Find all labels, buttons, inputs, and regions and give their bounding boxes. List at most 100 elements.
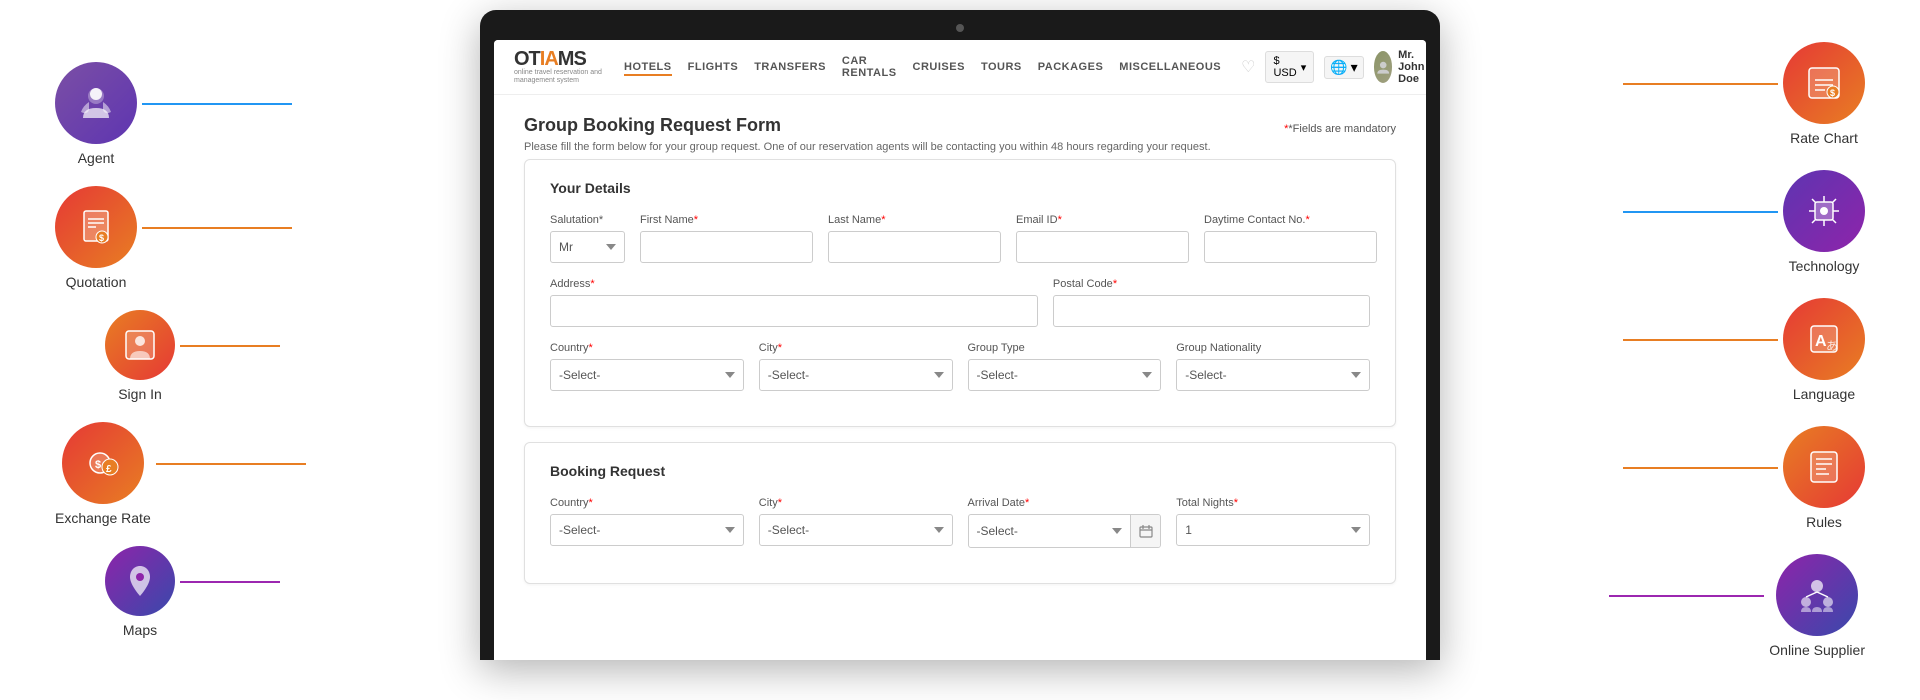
exchange-label: Exchange Rate [55, 510, 151, 526]
email-input[interactable] [1016, 231, 1189, 263]
rate-chart-label: Rate Chart [1790, 130, 1858, 146]
right-item-rate-chart[interactable]: $ Rate Chart [1783, 42, 1865, 146]
wishlist-icon[interactable]: ♡ [1241, 57, 1255, 77]
postal-label: Postal Code* [1053, 278, 1370, 290]
technology-icon [1801, 188, 1847, 234]
daytime-input[interactable] [1204, 231, 1377, 263]
logo: OTIAMS online travel reservation and man… [514, 49, 604, 86]
agent-label: Agent [78, 150, 115, 166]
daytime-group: Daytime Contact No.* [1204, 214, 1377, 263]
currency-selector[interactable]: $ USD ▾ [1265, 51, 1314, 83]
firstname-group: First Name* [640, 214, 813, 263]
signin-icon [120, 325, 160, 365]
online-supplier-label: Online Supplier [1769, 642, 1865, 658]
calendar-icon[interactable] [1130, 515, 1160, 547]
right-sidebar: $ Rate Chart Technology [1630, 0, 1920, 700]
user-section[interactable]: Mr. John Doe ▾ [1374, 49, 1426, 85]
booking-row-1: Country* -Select- City* -Select- [550, 497, 1370, 548]
details-row-3: Country* -Select- City* -Select- [550, 342, 1370, 391]
right-item-language[interactable]: A あ Language [1783, 298, 1865, 402]
language-icon: A あ [1801, 316, 1847, 362]
nav-flights[interactable]: FLIGHTS [688, 61, 739, 73]
postal-input[interactable] [1053, 295, 1370, 327]
grouptype-label: Group Type [968, 342, 1162, 354]
nav-hotels[interactable]: HOTELS [624, 61, 672, 73]
postal-group: Postal Code* [1053, 278, 1370, 327]
quotation-icon: $ [74, 205, 118, 249]
left-sidebar: Agent $ Quotation Si [0, 0, 290, 700]
your-details-section: Your Details Salutation* Mr Mrs Ms Dr [524, 159, 1396, 427]
mandatory-note: **Fields are mandatory [1284, 123, 1396, 135]
online-supplier-icon [1794, 572, 1840, 618]
title-row: Group Booking Request Form Please fill t… [524, 115, 1396, 157]
maps-label: Maps [123, 622, 157, 638]
laptop-container: OTIAMS online travel reservation and man… [290, 10, 1630, 700]
sidebar-item-quotation[interactable]: $ Quotation [55, 186, 137, 290]
exchange-icon: $ £ [80, 440, 126, 486]
booking-city-select[interactable]: -Select- [759, 514, 953, 546]
nav-packages[interactable]: PACKAGES [1038, 61, 1104, 73]
lastname-group: Last Name* [828, 214, 1001, 263]
svg-text:$: $ [99, 233, 104, 243]
groupnat-label: Group Nationality [1176, 342, 1370, 354]
arrival-select[interactable]: -Select- [969, 515, 1131, 547]
nav-transfers[interactable]: TRANSFERS [754, 61, 826, 73]
maps-icon [120, 561, 160, 601]
nav-links: HOTELS FLIGHTS TRANSFERS CAR RENTALS CRU… [624, 55, 1221, 79]
firstname-label: First Name* [640, 214, 813, 226]
language-selector[interactable]: 🌐 ▾ [1324, 56, 1363, 79]
sidebar-item-exchange[interactable]: $ £ Exchange Rate [55, 422, 151, 526]
svg-text:$: $ [1830, 88, 1835, 98]
salutation-group: Salutation* Mr Mrs Ms Dr [550, 214, 625, 263]
sidebar-item-agent[interactable]: Agent [55, 62, 137, 166]
svg-text:あ: あ [1826, 339, 1838, 353]
lastname-input[interactable] [828, 231, 1001, 263]
country-select[interactable]: -Select- [550, 359, 744, 391]
email-label: Email ID* [1016, 214, 1189, 226]
right-item-rules[interactable]: Rules [1783, 426, 1865, 530]
nav-car-rentals[interactable]: CAR RENTALS [842, 55, 897, 79]
logo-accent: IA [540, 48, 558, 70]
flag-chevron-icon: ▾ [1351, 59, 1358, 76]
quotation-label: Quotation [66, 274, 127, 290]
salutation-select[interactable]: Mr Mrs Ms Dr [550, 231, 625, 263]
page-subtitle: Please fill the form below for your grou… [524, 141, 1211, 153]
firstname-input[interactable] [640, 231, 813, 263]
laptop-screen: OTIAMS online travel reservation and man… [494, 40, 1426, 660]
groupnat-select[interactable]: -Select- [1176, 359, 1370, 391]
signin-label: Sign In [118, 386, 162, 402]
technology-label: Technology [1789, 258, 1860, 274]
nights-select[interactable]: 1 2 3 [1176, 514, 1370, 546]
city-label: City* [759, 342, 953, 354]
sidebar-item-signin[interactable]: Sign In [105, 310, 175, 402]
nav-miscellaneous[interactable]: MISCELLANEOUS [1119, 61, 1221, 73]
hotels-active-bar [624, 74, 672, 76]
nav-tours[interactable]: TOURS [981, 61, 1022, 73]
address-group: Address* [550, 278, 1038, 327]
right-item-online-supplier[interactable]: Online Supplier [1769, 554, 1865, 658]
booking-country-select[interactable]: -Select- [550, 514, 744, 546]
city-group: City* -Select- [759, 342, 953, 391]
grouptype-group: Group Type -Select- [968, 342, 1162, 391]
language-label: Language [1793, 386, 1855, 402]
booking-request-title: Booking Request [550, 463, 1370, 479]
user-name[interactable]: Mr. John Doe [1398, 49, 1426, 85]
lastname-label: Last Name* [828, 214, 1001, 226]
nights-group: Total Nights* 1 2 3 [1176, 497, 1370, 546]
booking-country-group: Country* -Select- [550, 497, 744, 546]
rate-chart-icon: $ [1801, 60, 1847, 106]
your-details-title: Your Details [550, 180, 1370, 196]
flag-icon: 🌐 [1330, 59, 1347, 76]
address-input[interactable] [550, 295, 1038, 327]
booking-city-group: City* -Select- [759, 497, 953, 546]
nav-cruises[interactable]: CRUISES [913, 61, 965, 73]
navbar: OTIAMS online travel reservation and man… [494, 40, 1426, 95]
city-select[interactable]: -Select- [759, 359, 953, 391]
svg-text:$: $ [95, 459, 101, 471]
sidebar-item-maps[interactable]: Maps [105, 546, 175, 638]
right-item-technology[interactable]: Technology [1783, 170, 1865, 274]
logo-subtitle: online travel reservation and management… [514, 69, 604, 86]
grouptype-select[interactable]: -Select- [968, 359, 1162, 391]
arrival-group: Arrival Date* -Select- [968, 497, 1162, 548]
daytime-label: Daytime Contact No.* [1204, 214, 1377, 226]
